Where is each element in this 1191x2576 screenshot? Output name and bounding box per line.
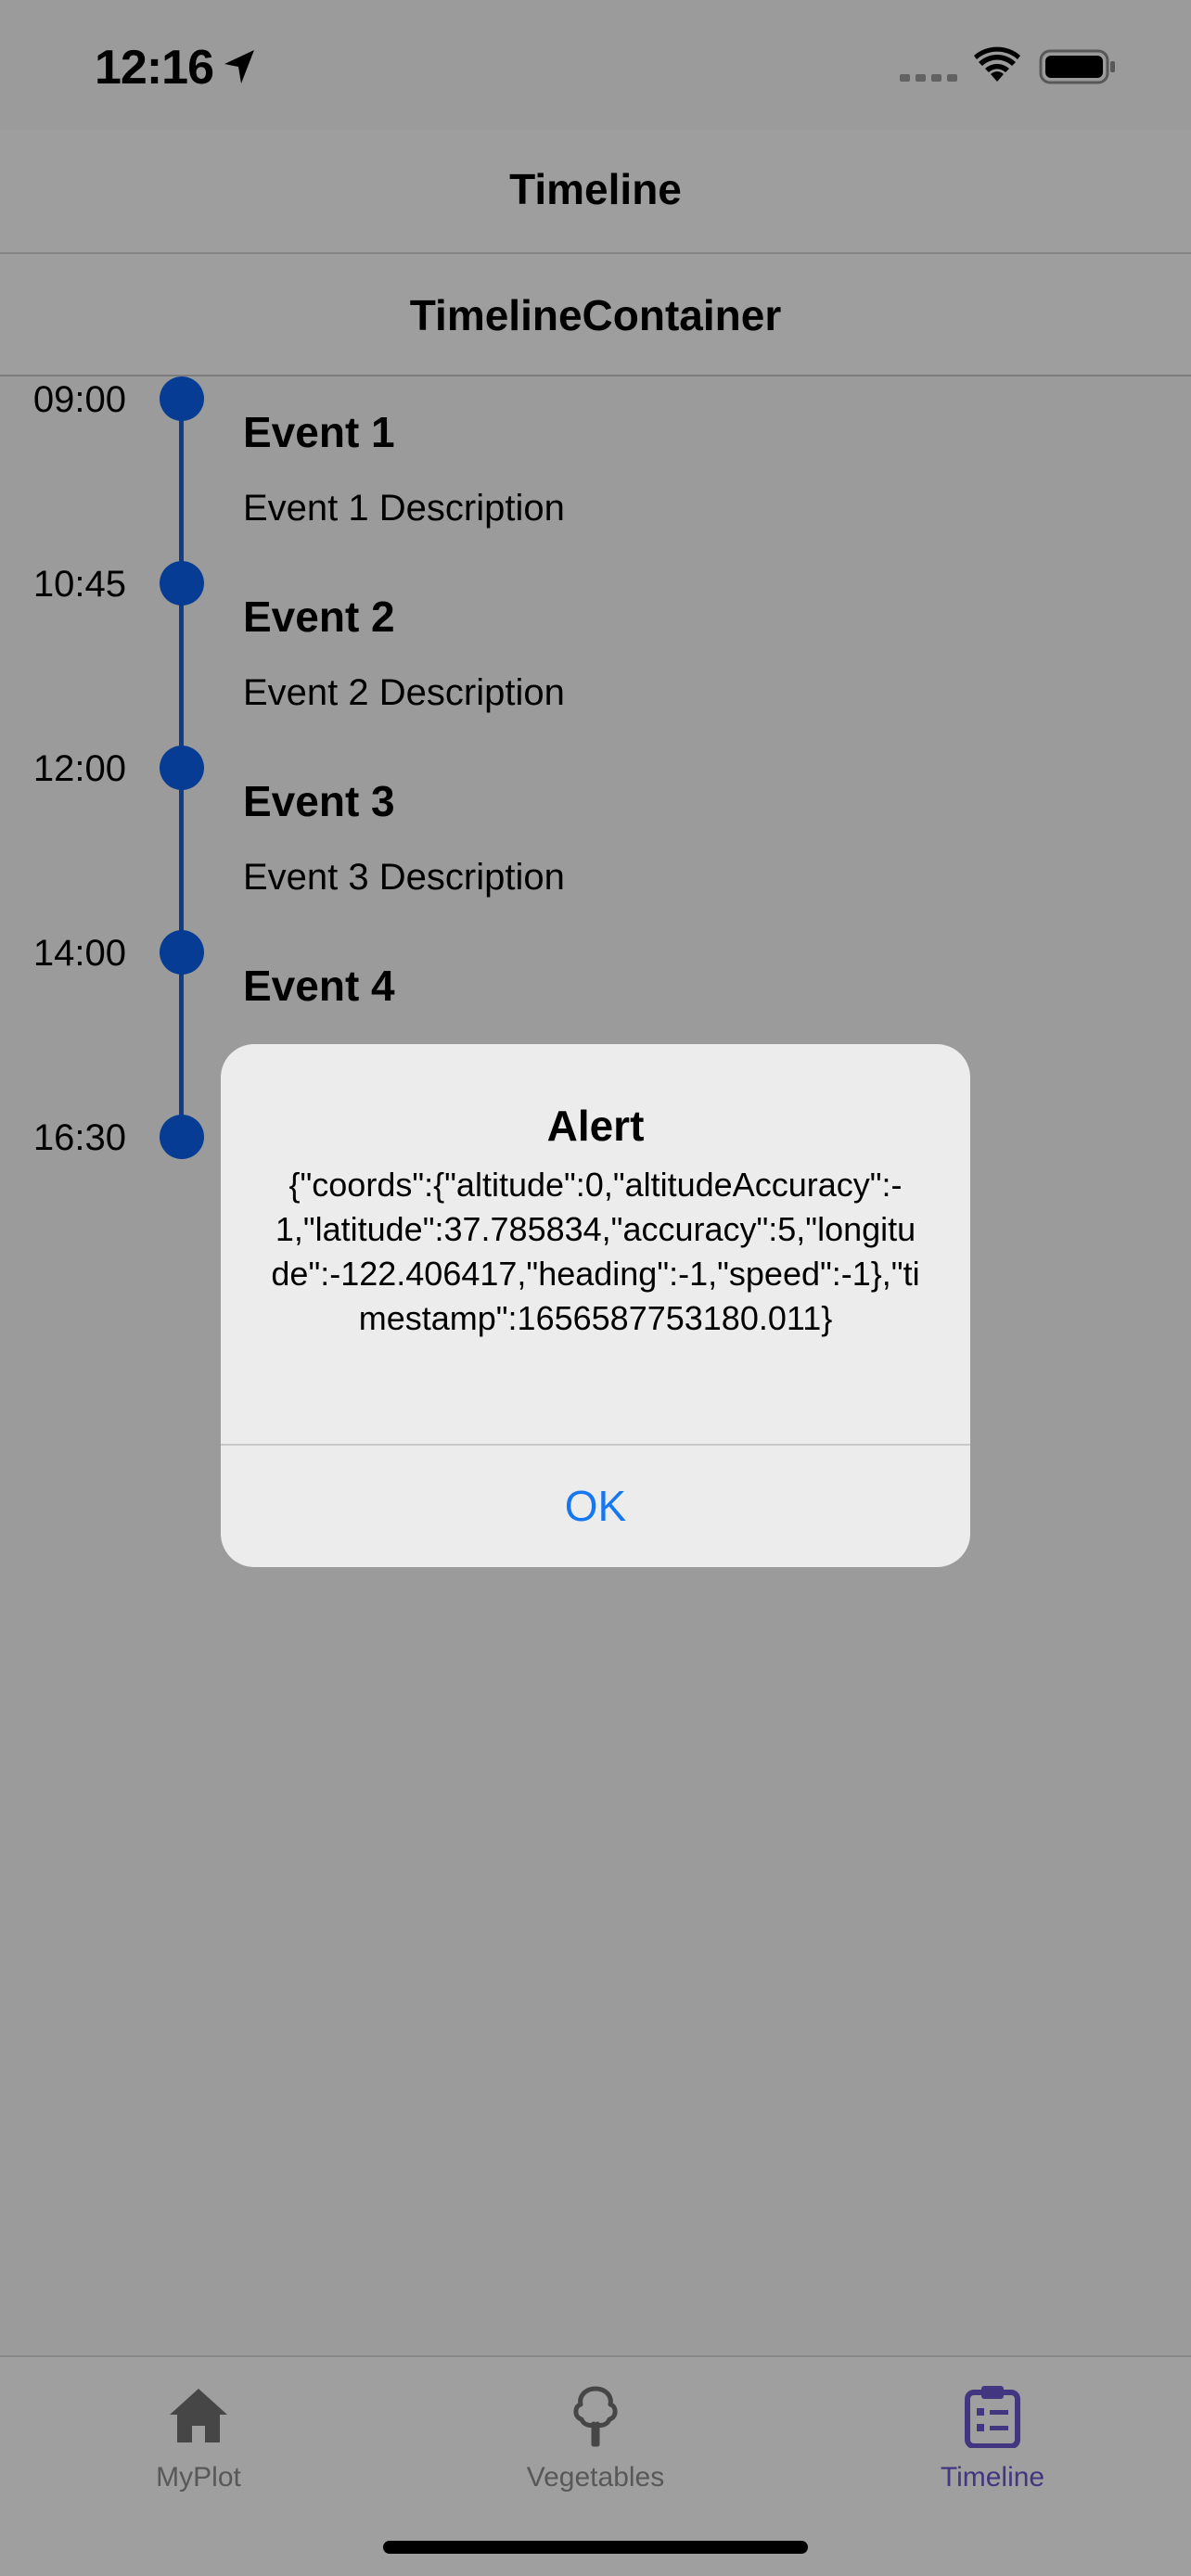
alert-title: Alert	[546, 1102, 645, 1150]
ok-button[interactable]: OK	[221, 1446, 970, 1567]
alert-dialog: Alert {"coords":{"altitude":0,"altitudeA…	[221, 1044, 970, 1567]
alert-message: {"coords":{"altitude":0,"altitudeAccurac…	[271, 1166, 920, 1337]
